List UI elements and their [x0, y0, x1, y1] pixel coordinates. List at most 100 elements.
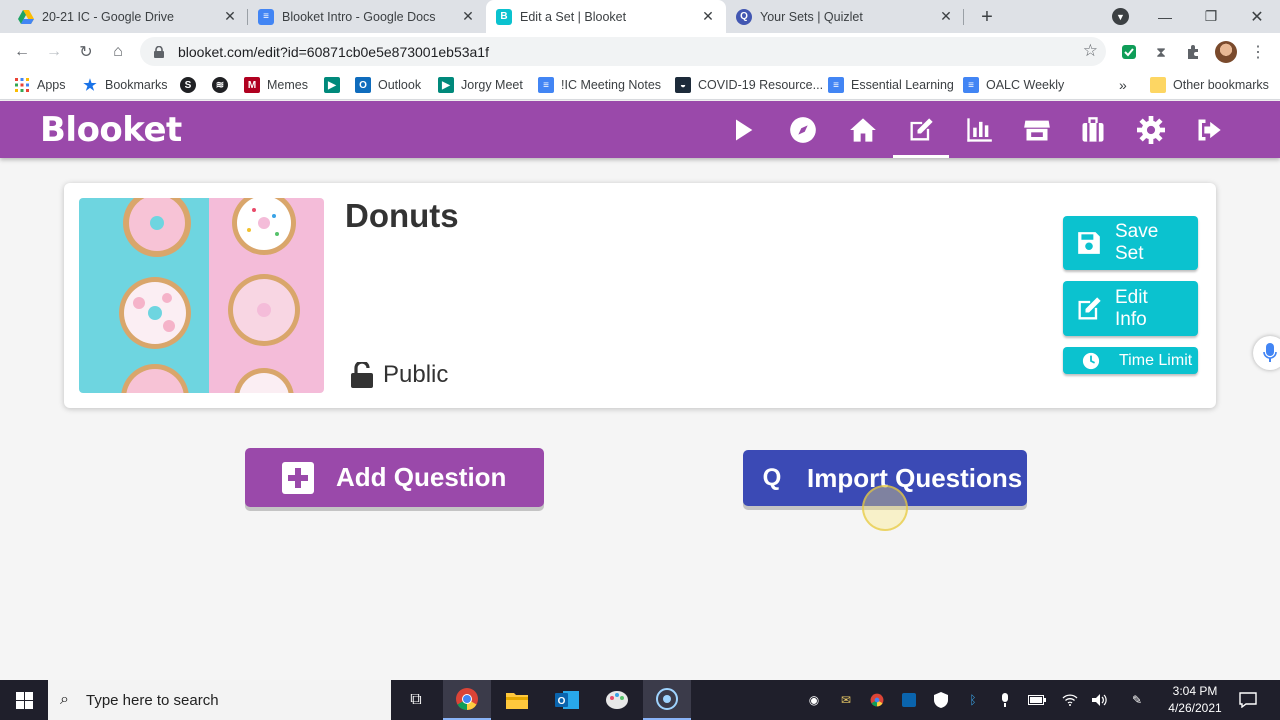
close-window-icon[interactable]: ✕ [1234, 0, 1280, 33]
bookmark-skype[interactable]: S [180, 75, 203, 95]
bookmark-meet[interactable]: ▶ [324, 75, 347, 95]
volume-icon[interactable] [1090, 690, 1110, 710]
bookmark-spotify[interactable]: ≋ [212, 75, 235, 95]
chrome-taskbar-icon[interactable] [443, 680, 491, 720]
tab-title: Your Sets | Quizlet [760, 9, 863, 24]
time-limit-button[interactable]: Time Limit [1063, 347, 1198, 374]
voice-mic-icon[interactable] [1253, 336, 1280, 370]
paint-taskbar-icon[interactable] [593, 680, 641, 720]
close-tab-icon[interactable]: ✕ [938, 8, 954, 25]
windows-start-icon[interactable] [0, 680, 48, 720]
file-explorer-icon[interactable] [493, 680, 541, 720]
bookmark-memes[interactable]: M Memes [244, 75, 308, 95]
bookmark-apps[interactable]: Apps [14, 75, 66, 95]
discover-icon[interactable] [775, 101, 831, 158]
notifications-icon[interactable] [1238, 690, 1258, 710]
edit-icon[interactable] [893, 101, 949, 158]
bookmark-jorgy-meet[interactable]: ▶ Jorgy Meet [438, 75, 523, 95]
outlook-tray-icon[interactable] [899, 690, 919, 710]
chrome-tray-icon[interactable] [867, 690, 887, 710]
battery-icon[interactable] [1027, 690, 1047, 710]
bookmark-star-icon[interactable]: ☆ [1083, 41, 1098, 61]
extension-green-icon[interactable] [1119, 42, 1139, 62]
extensions-puzzle-icon[interactable] [1183, 42, 1203, 62]
tab-quizlet[interactable]: Q Your Sets | Quizlet ✕ [726, 0, 964, 33]
google-docs-icon: ≡ [963, 77, 979, 93]
tab-title: 20-21 IC - Google Drive [42, 9, 175, 24]
tab-title: Edit a Set | Blooket [520, 9, 627, 24]
privacy-label: Public [383, 361, 449, 388]
profile-avatar[interactable] [1215, 41, 1237, 63]
unlock-icon [351, 362, 373, 388]
clock-date: 4/26/2021 [1168, 701, 1222, 715]
close-tab-icon[interactable]: ✕ [222, 8, 238, 25]
stats-icon[interactable] [951, 101, 1007, 158]
tab-blooket-edit[interactable]: B Edit a Set | Blooket ✕ [486, 0, 726, 33]
bookmark-covid-resources[interactable]: ◒ COVID-19 Resource... [675, 75, 823, 95]
google-docs-icon: ≡ [828, 77, 844, 93]
taskbar-search-box[interactable]: ⌕ Type here to search [48, 680, 391, 720]
blooks-icon[interactable] [1065, 101, 1121, 158]
browser-menu-icon[interactable]: ⋮ [1248, 42, 1268, 62]
pen-tray-icon[interactable]: ✎ [1127, 690, 1147, 710]
url-text: blooket.com/edit?id=60871cb0e5e873001eb5… [178, 43, 489, 60]
set-title: Donuts [345, 197, 459, 234]
browser-toolbar: ← → ↻ ⌂ blooket.com/edit?id=60871cb0e5e8… [0, 33, 1280, 70]
forward-icon[interactable]: → [43, 41, 65, 63]
close-tab-icon[interactable]: ✕ [460, 8, 476, 25]
google-drive-icon [18, 9, 34, 25]
google-docs-icon: ≡ [258, 8, 274, 25]
mail-tray-icon[interactable]: ✉ [836, 690, 856, 710]
save-set-button[interactable]: Save Set [1063, 216, 1198, 270]
blooket-logo[interactable]: Blooket [40, 110, 182, 150]
record-tray-icon[interactable]: ◉ [804, 690, 824, 710]
set-info-card: Donuts Public Save Set Edit Info Time Li… [64, 183, 1216, 408]
privacy-toggle[interactable]: Public [351, 361, 448, 389]
bookmark-oalc-weekly[interactable]: ≡ OALC Weekly [963, 75, 1064, 95]
quizlet-icon: Q [736, 8, 752, 25]
tab-google-docs[interactable]: ≡ Blooket Intro - Google Docs ✕ [248, 0, 486, 33]
task-view-icon[interactable]: ⧉ [392, 680, 440, 720]
windows-taskbar: ⌕ Type here to search ⧉ O ◉ ✉ ᛒ ✎ 3:04 P… [0, 680, 1280, 720]
taskbar-search-placeholder: Type here to search [86, 691, 219, 709]
outlook-taskbar-icon[interactable]: O [543, 680, 591, 720]
new-tab-button[interactable]: + [976, 6, 998, 28]
star-icon: ★ [83, 77, 97, 94]
edit-info-button[interactable]: Edit Info [1063, 281, 1198, 336]
play-icon[interactable] [715, 101, 771, 158]
settings-icon[interactable] [1123, 101, 1179, 158]
microphone-tray-icon[interactable] [995, 690, 1015, 710]
bookmark-outlook[interactable]: O Outlook [355, 75, 421, 95]
home-browser-icon[interactable]: ⌂ [107, 41, 129, 63]
skype-icon: S [180, 77, 196, 93]
clock-time: 3:04 PM [1172, 684, 1218, 698]
tab-search-icon[interactable]: ▼ [1112, 8, 1129, 25]
minimize-icon[interactable]: — [1142, 0, 1188, 33]
bookmark-essential-learning[interactable]: ≡ Essential Learning [828, 75, 954, 95]
set-cover-image [79, 198, 324, 393]
security-shield-icon[interactable] [931, 690, 951, 710]
logout-icon[interactable] [1181, 101, 1237, 158]
google-meet-icon: ▶ [324, 77, 340, 93]
save-icon [1063, 230, 1115, 256]
bookmark-bookmarks[interactable]: ★ Bookmarks [82, 75, 167, 95]
tab-google-drive[interactable]: 20-21 IC - Google Drive ✕ [8, 0, 248, 33]
other-bookmarks[interactable]: Other bookmarks [1150, 75, 1269, 95]
taskbar-clock[interactable]: 3:04 PM 4/26/2021 [1160, 683, 1230, 717]
extension-hourglass-icon[interactable]: ⧗ [1151, 42, 1171, 62]
bookmark-ic-meeting-notes[interactable]: ≡ !IC Meeting Notes [538, 75, 661, 95]
reload-icon[interactable]: ↻ [75, 41, 97, 63]
address-bar[interactable]: blooket.com/edit?id=60871cb0e5e873001eb5… [140, 37, 1106, 66]
wifi-icon[interactable] [1060, 690, 1080, 710]
restore-icon[interactable]: ❐ [1188, 0, 1234, 33]
bookmarks-overflow-button[interactable]: » [1119, 75, 1127, 95]
add-question-label: Add Question [336, 462, 507, 492]
back-icon[interactable]: ← [11, 41, 33, 63]
cortana-recording-icon[interactable] [643, 680, 691, 720]
close-tab-icon[interactable]: ✕ [700, 8, 716, 25]
apps-grid-icon [14, 77, 30, 93]
market-icon[interactable] [1009, 101, 1065, 158]
add-question-button[interactable]: Add Question [245, 448, 544, 507]
home-icon[interactable] [835, 101, 891, 158]
bluetooth-icon[interactable]: ᛒ [963, 690, 983, 710]
